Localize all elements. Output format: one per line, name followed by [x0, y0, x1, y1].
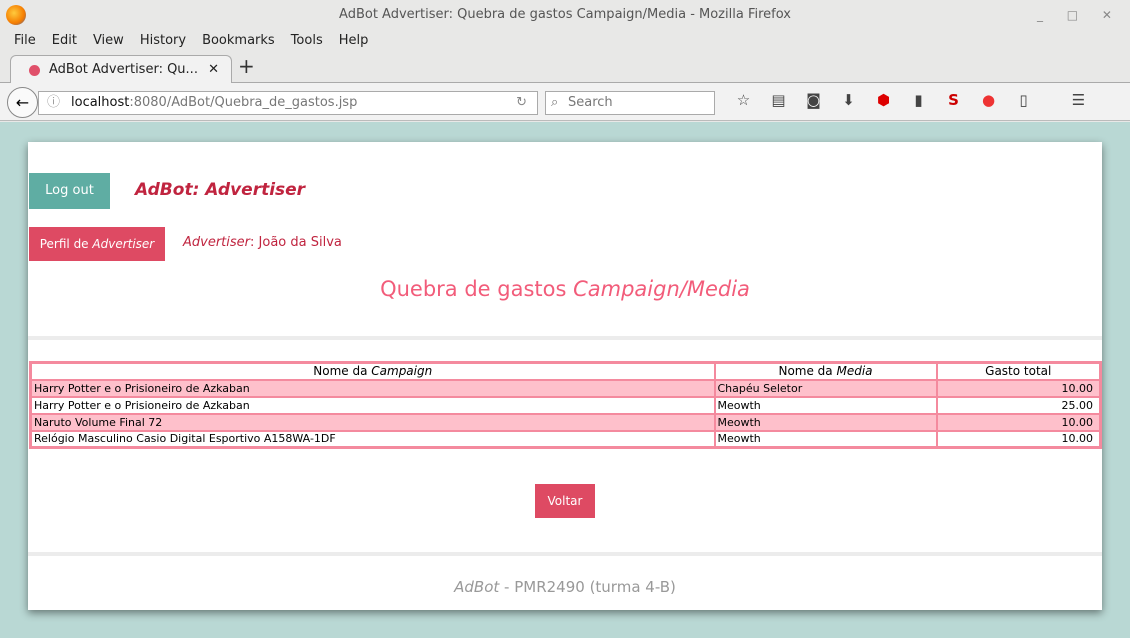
download-icon[interactable]: ⬇ [831, 91, 866, 109]
page-content: Log out AdBot: Advertiser Perfil de Adve… [28, 142, 1102, 610]
advertiser-info: Advertiser: João da Silva [183, 235, 342, 250]
header-total: Gasto total [935, 361, 1102, 381]
page-title: Quebra de gastos Campaign/Media [28, 277, 1102, 301]
menu-edit[interactable]: Edit [44, 30, 85, 52]
adblock-icon[interactable]: ⬢ [866, 91, 901, 109]
table-header: Nome da Campaign Nome da Media Gasto tot… [29, 361, 1102, 381]
reading-list-icon[interactable]: ▤ [761, 91, 796, 109]
spending-table: Nome da Campaign Nome da Media Gasto tot… [29, 361, 1102, 449]
profile-label: Perfil de [39, 237, 93, 251]
footer-text: - PMR2490 (turma 4-B) [499, 578, 676, 596]
cell-total: 10.00 [935, 429, 1102, 449]
title-em: Campaign/Media [573, 277, 750, 301]
toolbar-icons: ☆ ▤ ◙ ⬇ ⬢ ▮ S ● ▯ ☰ [726, 91, 1096, 109]
cell-media: Meowth [713, 429, 938, 449]
clipboard-icon[interactable]: ▯ [1006, 91, 1041, 109]
pocket-icon[interactable]: ◙ [796, 91, 831, 109]
tab-bar: AdBot Advertiser: Qu... ✕ + [0, 52, 1130, 84]
new-tab-button[interactable]: + [238, 54, 255, 78]
table-row: Relógio Masculino Casio Digital Esportiv… [29, 429, 1102, 449]
browser-tab[interactable]: AdBot Advertiser: Qu... ✕ [10, 55, 232, 84]
table-row: Harry Potter e o Prisioneiro de Azkaban M… [29, 395, 1102, 415]
s-extension-icon[interactable]: S [936, 91, 971, 109]
reload-icon[interactable]: ↻ [516, 92, 527, 114]
url-path: :8080/AdBot/Quebra_de_gastos.jsp [129, 95, 358, 110]
header-campaign: Nome da Campaign [29, 361, 716, 381]
favicon-icon [29, 65, 40, 76]
advertiser-name: : João da Silva [250, 235, 342, 250]
menu-icon[interactable]: ☰ [1061, 91, 1096, 109]
cell-campaign: Harry Potter e o Prisioneiro de Azkaban [29, 395, 716, 415]
table-row: Harry Potter e o Prisioneiro de Azkaban C… [29, 378, 1102, 398]
tab-label: AdBot Advertiser: Qu... [49, 62, 198, 77]
firefox-icon [6, 5, 26, 25]
search-input[interactable]: ⌕ Search [545, 91, 715, 115]
back-button[interactable]: ← [7, 87, 38, 118]
search-placeholder: Search [568, 95, 613, 110]
tab-close-icon[interactable]: ✕ [208, 56, 219, 84]
window-controls[interactable]: _ □ ✕ [1037, 0, 1122, 30]
page-viewport: Log out AdBot: Advertiser Perfil de Adve… [0, 122, 1130, 638]
cell-campaign: Harry Potter e o Prisioneiro de Azkaban [29, 378, 716, 398]
table-row: Naruto Volume Final 72 Meowth 10.00 [29, 412, 1102, 432]
back-link-button[interactable]: Voltar [535, 484, 595, 518]
star-icon[interactable]: ☆ [726, 91, 761, 109]
footer-brand: AdBot [454, 578, 500, 596]
color-extension-icon[interactable]: ● [971, 91, 1006, 109]
profile-button[interactable]: Perfil de Advertiser [29, 227, 165, 261]
menu-view[interactable]: View [85, 30, 132, 52]
extension-icon[interactable]: ▮ [901, 91, 936, 109]
cell-media: Meowth [713, 412, 938, 432]
url-host: localhost [71, 95, 130, 110]
brand-title: AdBot: Advertiser [135, 180, 306, 200]
menu-file[interactable]: File [6, 30, 44, 52]
cell-campaign: Relógio Masculino Casio Digital Esportiv… [29, 429, 716, 449]
cell-campaign: Naruto Volume Final 72 [29, 412, 716, 432]
cell-total: 10.00 [935, 378, 1102, 398]
menu-tools[interactable]: Tools [283, 30, 331, 52]
logout-button[interactable]: Log out [29, 173, 110, 209]
nav-bar: ⓘ localhost:8080/AdBot/Quebra_de_gastos.… [0, 83, 1130, 121]
menu-history[interactable]: History [132, 30, 194, 52]
search-icon: ⌕ [551, 95, 559, 110]
menu-help[interactable]: Help [331, 30, 377, 52]
url-bar[interactable]: ⓘ localhost:8080/AdBot/Quebra_de_gastos.… [38, 91, 538, 115]
divider [28, 552, 1102, 556]
cell-media: Meowth [713, 395, 938, 415]
cell-total: 25.00 [935, 395, 1102, 415]
menubar: File Edit View History Bookmarks Tools H… [0, 30, 1130, 52]
title-main: Quebra de gastos [380, 277, 574, 301]
window-titlebar: AdBot Advertiser: Quebra de gastos Campa… [0, 0, 1130, 30]
window-title: AdBot Advertiser: Quebra de gastos Campa… [339, 7, 791, 22]
cell-media: Chapéu Seletor [713, 378, 938, 398]
info-icon[interactable]: ⓘ [47, 92, 60, 114]
profile-label-em: Advertiser [92, 237, 155, 251]
header-media: Nome da Media [713, 361, 938, 381]
menu-bookmarks[interactable]: Bookmarks [194, 30, 283, 52]
advertiser-label: Advertiser [183, 235, 251, 250]
divider [28, 336, 1102, 340]
footer: AdBot - PMR2490 (turma 4-B) [28, 578, 1102, 596]
cell-total: 10.00 [935, 412, 1102, 432]
